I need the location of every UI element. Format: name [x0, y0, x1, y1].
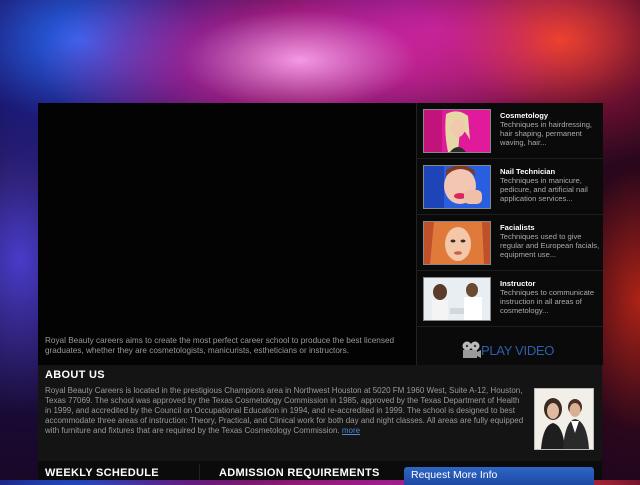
cosmetology-thumbnail [423, 109, 491, 153]
course-item-facialists[interactable]: Facialists Techniques used to give regul… [417, 215, 603, 271]
play-video-label: PLAY VIDEO [481, 343, 555, 358]
about-more-link[interactable]: more [342, 426, 360, 435]
play-video-button[interactable]: PLAY VIDEO [417, 334, 603, 365]
course-title: Nail Technician [500, 167, 556, 176]
request-more-info-button[interactable]: Request More Info [404, 467, 594, 485]
course-item-nail-technician[interactable]: Nail Technician Techniques in manicure, … [417, 159, 603, 215]
film-reel-icon [461, 341, 481, 364]
course-description: Techniques used to give regular and Euro… [500, 232, 600, 260]
hero-video-area[interactable]: Royal Beauty careers aims to create the … [38, 103, 416, 365]
course-title: Instructor [500, 279, 536, 288]
course-item-cosmetology[interactable]: Cosmetology Techniques in hairdressing, … [417, 103, 603, 159]
hero-intro-text: Royal Beauty careers aims to create the … [45, 336, 395, 355]
instructor-thumbnail [423, 277, 491, 321]
admission-requirements-heading[interactable]: ADMISSION REQUIREMENTS [219, 467, 380, 479]
facialists-thumbnail [423, 219, 491, 265]
request-more-info-label: Request More Info [411, 469, 498, 481]
about-body-text: Royal Beauty Careers is located in the p… [45, 386, 524, 435]
about-heading: ABOUT US [45, 369, 105, 381]
bottom-bar: WEEKLY SCHEDULE ADMISSION REQUIREMENTS R… [38, 461, 602, 485]
course-item-instructor[interactable]: Instructor Techniques to communicate ins… [417, 271, 603, 327]
founders-photo [534, 388, 594, 450]
nail-technician-thumbnail [423, 165, 491, 209]
course-title: Cosmetology [500, 111, 549, 120]
main-container: Royal Beauty careers aims to create the … [38, 103, 603, 485]
about-body: Royal Beauty Careers is located in the p… [45, 386, 525, 436]
course-description: Techniques to communicate instruction in… [500, 288, 595, 316]
course-sidebar: Cosmetology Techniques in hairdressing, … [416, 103, 603, 365]
about-section: ABOUT US Royal Beauty Careers is located… [38, 365, 602, 461]
weekly-schedule-heading[interactable]: WEEKLY SCHEDULE [45, 467, 159, 479]
course-title: Facialists [500, 223, 535, 232]
column-divider [199, 464, 200, 480]
course-description: Techniques in hairdressing, hair shaping… [500, 120, 593, 148]
course-description: Techniques in manicure, pedicure, and ar… [500, 176, 588, 204]
